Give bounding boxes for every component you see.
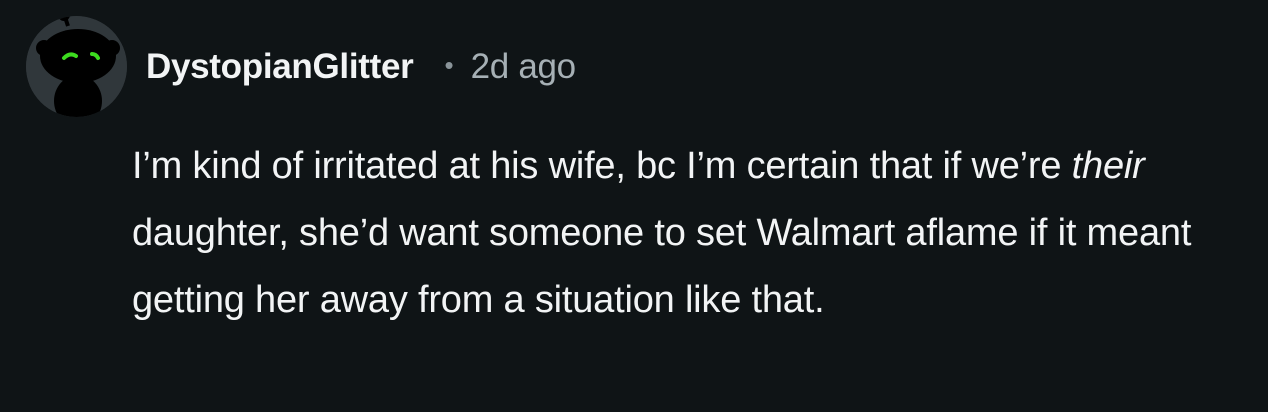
avatar[interactable] — [26, 16, 127, 117]
comment-timestamp[interactable]: 2d ago — [471, 47, 577, 87]
separator-dot: • — [444, 49, 454, 80]
comment-body-text-continued: daughter, she’d want someone to set Walm… — [132, 212, 1192, 321]
author-username[interactable]: DystopianGlitter — [146, 47, 414, 87]
comment-header: DystopianGlitter • 2d ago — [146, 44, 576, 90]
comment-body-text: I’m kind of irritated at his wife, bc I’… — [132, 145, 1072, 187]
snoo-avatar-icon — [26, 16, 127, 117]
comment-body: I’m kind of irritated at his wife, bc I’… — [132, 133, 1242, 334]
comment: DystopianGlitter • 2d ago I’m kind of ir… — [0, 0, 1268, 412]
comment-body-emphasis: their — [1071, 145, 1145, 187]
